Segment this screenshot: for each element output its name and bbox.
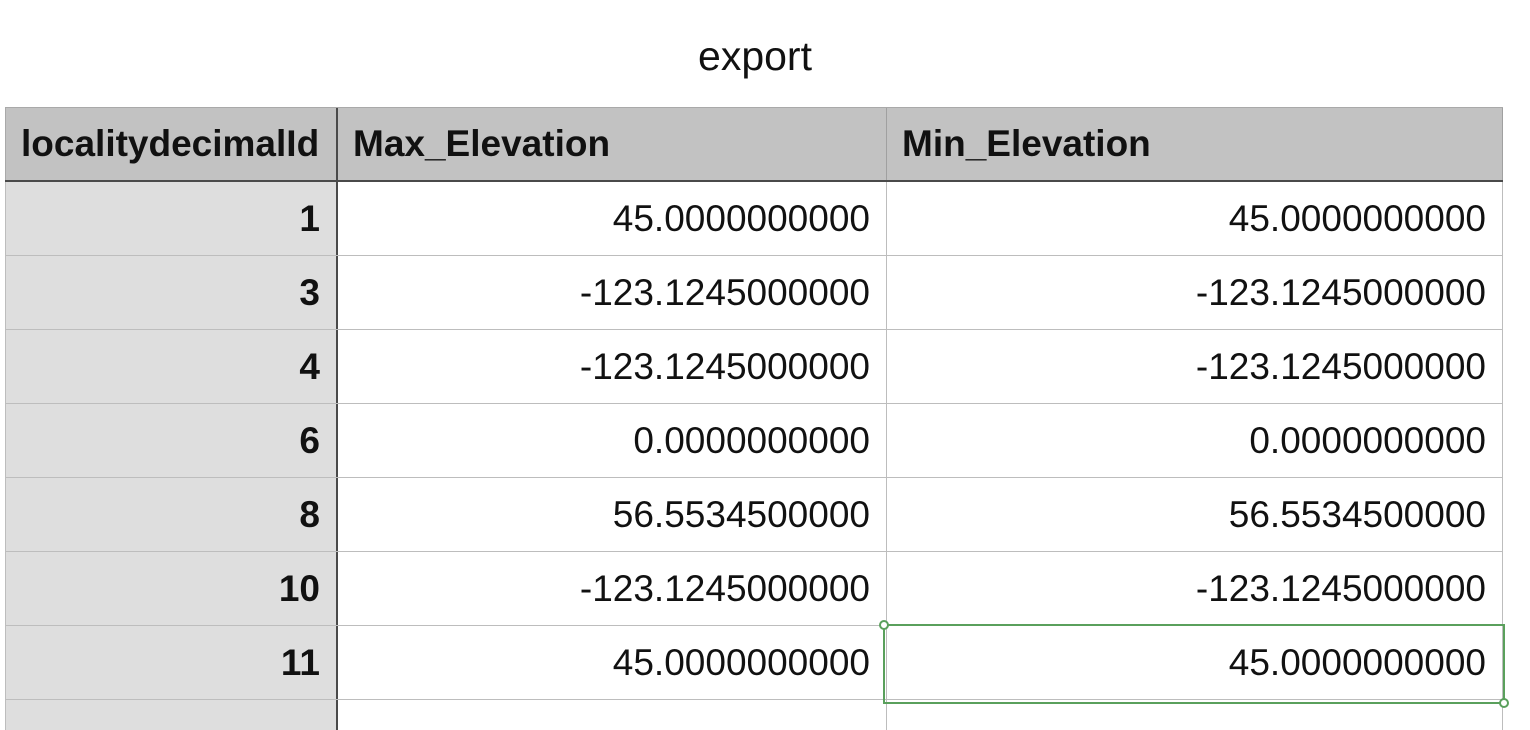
min-elevation-cell[interactable] [887, 700, 1503, 730]
column-header-min-elevation[interactable]: Min_Elevation [887, 108, 1503, 180]
max-elevation-cell[interactable]: -123.1245000000 [338, 256, 887, 329]
row-id-cell[interactable]: 6 [5, 404, 338, 477]
column-header-localitydecimalid[interactable]: localitydecimalId [5, 108, 338, 180]
table-row: 8 56.5534500000 56.5534500000 [5, 478, 1503, 552]
table-row: 1 45.0000000000 45.0000000000 [5, 182, 1503, 256]
row-id-cell[interactable]: 10 [5, 552, 338, 625]
table-row: 10 -123.1245000000 -123.1245000000 [5, 552, 1503, 626]
row-id-cell[interactable]: 11 [5, 626, 338, 699]
table-row: 4 -123.1245000000 -123.1245000000 [5, 330, 1503, 404]
row-id-cell[interactable]: 1 [5, 182, 338, 255]
min-elevation-cell[interactable]: 56.5534500000 [887, 478, 1503, 551]
max-elevation-cell[interactable]: -123.1245000000 [338, 330, 887, 403]
sheet-title[interactable]: export [0, 28, 1510, 84]
spreadsheet-table: localitydecimalId Max_Elevation Min_Elev… [5, 107, 1503, 730]
row-id-cell[interactable]: 4 [5, 330, 338, 403]
min-elevation-cell[interactable]: -123.1245000000 [887, 330, 1503, 403]
min-elevation-cell-selected[interactable]: 45.0000000000 [887, 626, 1503, 699]
max-elevation-cell[interactable]: 45.0000000000 [338, 626, 887, 699]
min-elevation-cell[interactable]: 0.0000000000 [887, 404, 1503, 477]
table-row-partial [5, 700, 1503, 730]
row-id-cell[interactable]: 3 [5, 256, 338, 329]
column-header-max-elevation[interactable]: Max_Elevation [338, 108, 887, 180]
max-elevation-cell[interactable] [338, 700, 887, 730]
table-row: 11 45.0000000000 45.0000000000 [5, 626, 1503, 700]
min-elevation-cell[interactable]: -123.1245000000 [887, 256, 1503, 329]
max-elevation-cell[interactable]: 0.0000000000 [338, 404, 887, 477]
table-row: 3 -123.1245000000 -123.1245000000 [5, 256, 1503, 330]
header-row: localitydecimalId Max_Elevation Min_Elev… [5, 107, 1503, 182]
min-elevation-cell[interactable]: -123.1245000000 [887, 552, 1503, 625]
max-elevation-cell[interactable]: 45.0000000000 [338, 182, 887, 255]
min-elevation-cell[interactable]: 45.0000000000 [887, 182, 1503, 255]
max-elevation-cell[interactable]: -123.1245000000 [338, 552, 887, 625]
row-id-cell[interactable]: 8 [5, 478, 338, 551]
table-row: 6 0.0000000000 0.0000000000 [5, 404, 1503, 478]
max-elevation-cell[interactable]: 56.5534500000 [338, 478, 887, 551]
row-id-cell[interactable] [5, 700, 338, 730]
